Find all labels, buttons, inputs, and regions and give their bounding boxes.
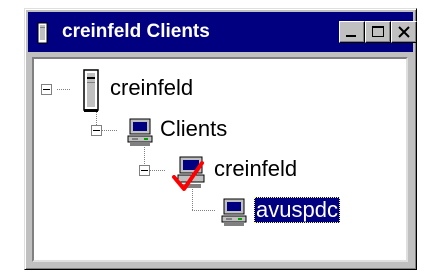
close-icon [398,26,410,38]
minimize-icon [346,35,356,37]
maximize-icon [372,26,384,37]
tree-node-label[interactable]: Clients [158,116,229,142]
client-tree[interactable]: creinfeld Clients creinfeld avuspdc [32,57,408,262]
collapse-toggle-clients[interactable] [91,125,102,136]
tree-node-label[interactable]: creinfeld [212,156,299,182]
maximize-button[interactable] [365,21,391,43]
server-tower-icon[interactable] [80,69,102,118]
computer-icon[interactable] [220,197,250,232]
window-title: creinfeld Clients [62,21,210,42]
minimize-button[interactable] [339,21,365,43]
close-button[interactable] [391,21,417,43]
collapse-toggle-creinfeld-client[interactable] [139,165,150,176]
collapse-toggle-creinfeld-server[interactable] [41,84,52,95]
tree-node-label-selected[interactable]: avuspdc [254,197,340,223]
clients-window: creinfeld Clients creinfeld Clients crei… [24,8,417,270]
title-bar[interactable]: creinfeld Clients [28,12,417,52]
server-tower-icon[interactable] [36,22,50,49]
tree-node-label[interactable]: creinfeld [108,75,195,101]
computer-checkmark-icon[interactable] [172,155,208,200]
computer-group-icon[interactable] [126,117,156,152]
